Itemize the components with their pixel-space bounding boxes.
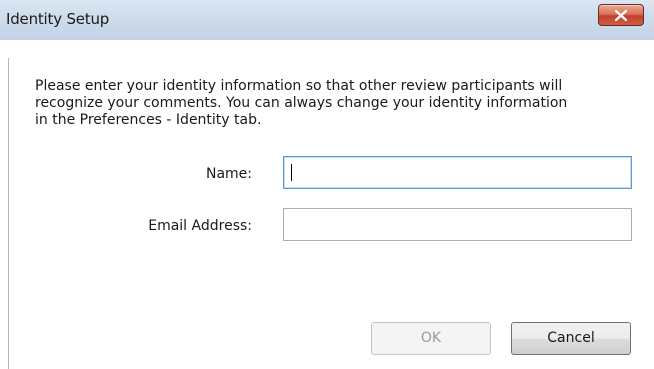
name-label-text: Name: [205, 166, 252, 182]
text-cursor [291, 164, 292, 181]
ok-button-label: OK [420, 330, 442, 346]
email-address-input[interactable] [283, 208, 632, 241]
name-label: Name: [112, 166, 252, 182]
cancel-button[interactable]: Cancel [511, 322, 631, 355]
instruction-text: Please enter your identity information s… [35, 78, 568, 128]
email-address-label: Email Address: [112, 218, 252, 234]
email-label-text: Email Address: [148, 218, 252, 234]
ok-button[interactable]: OK [371, 322, 491, 355]
title-bar[interactable]: Identity Setup [0, 0, 654, 40]
identity-setup-dialog: Identity Setup Please enter your identit… [0, 0, 654, 369]
name-input[interactable] [283, 156, 632, 189]
close-x-icon [615, 10, 627, 21]
cancel-button-label: Cancel [547, 330, 595, 346]
window-title: Identity Setup [6, 10, 110, 28]
close-button[interactable] [598, 4, 644, 26]
